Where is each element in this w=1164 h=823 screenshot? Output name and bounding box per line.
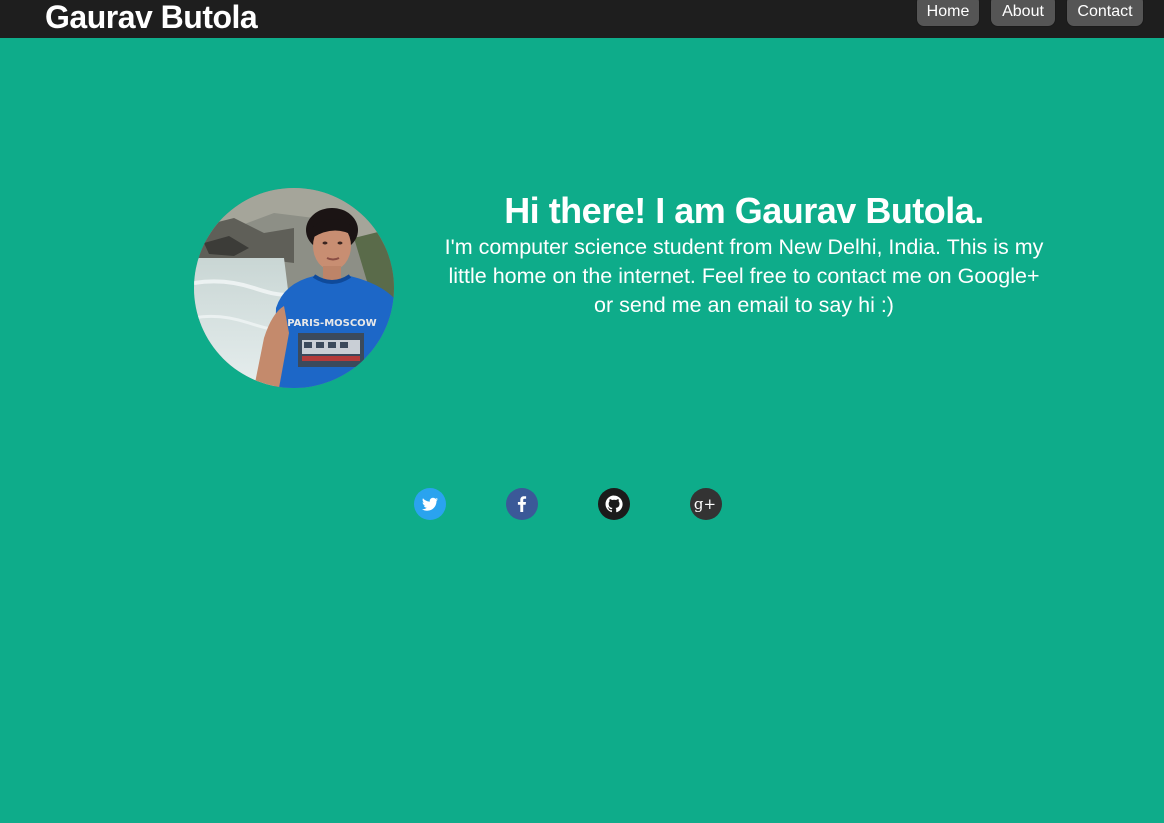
nav-contact-button[interactable]: Contact xyxy=(1066,0,1144,27)
profile-photo: PARIS-MOSCOW xyxy=(194,188,394,388)
hero-intro-text: I'm computer science student from New De… xyxy=(444,235,1044,317)
hero-headline: Hi there! I am Gaurav Butola. xyxy=(504,190,984,231)
facebook-icon xyxy=(517,496,527,512)
nav-home-button[interactable]: Home xyxy=(916,0,980,27)
google-plus-link[interactable]: g+ xyxy=(690,488,722,520)
site-brand[interactable]: Gaurav Butola xyxy=(45,0,258,37)
github-link[interactable] xyxy=(598,488,630,520)
twitter-link[interactable] xyxy=(414,488,446,520)
google-plus-icon: g+ xyxy=(694,495,716,513)
nav-about-button[interactable]: About xyxy=(990,0,1056,27)
top-navbar: Gaurav Butola Home About Contact xyxy=(0,0,1164,38)
twitter-icon xyxy=(422,497,438,511)
github-icon xyxy=(605,495,623,513)
avatar-shirt-text: PARIS-MOSCOW xyxy=(287,318,376,329)
profile-avatar: PARIS-MOSCOW xyxy=(194,188,394,388)
facebook-link[interactable] xyxy=(506,488,538,520)
google-plus-glyph: g+ xyxy=(694,495,716,513)
